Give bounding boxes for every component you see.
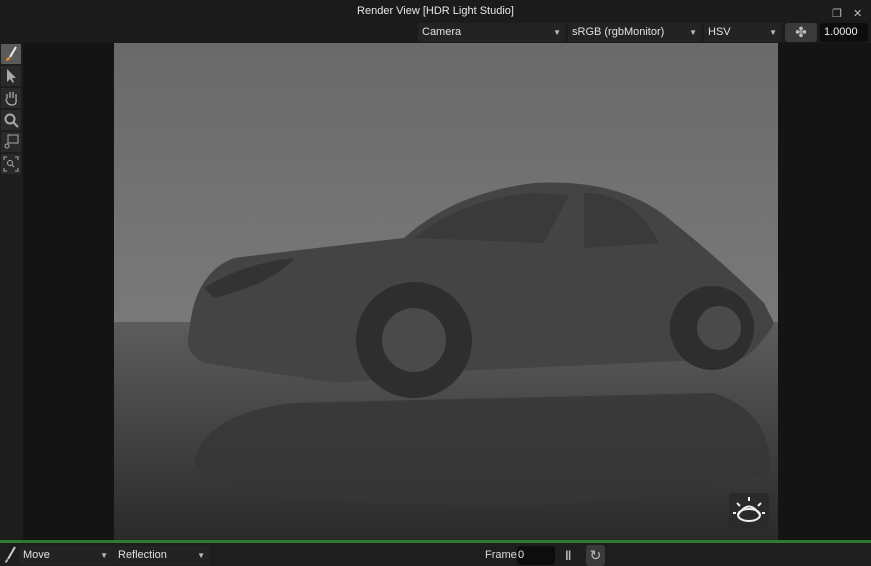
colorspace-value: sRGB (rgbMonitor)	[572, 26, 665, 38]
zoom-tool[interactable]	[1, 110, 21, 130]
aperture-icon: ✤	[795, 24, 807, 40]
chevron-down-icon: ▼	[689, 28, 697, 37]
aperture-button[interactable]: ✤	[785, 23, 817, 42]
zoom-region-icon	[4, 134, 19, 149]
refresh-icon: ↻	[589, 547, 602, 563]
target-value: Reflection	[118, 549, 167, 561]
window-title: Render View [HDR Light Studio]	[357, 5, 514, 17]
frame-label: Frame	[485, 549, 517, 561]
camera-value: Camera	[422, 26, 462, 38]
mode-value: Move	[23, 549, 50, 561]
paint-brush-tool[interactable]	[1, 44, 21, 64]
car-render-image	[114, 182, 778, 540]
viewport-margin-right	[778, 43, 871, 540]
zoom-fit-icon	[3, 156, 19, 172]
sun-dome-icon	[733, 497, 765, 522]
frame-input[interactable]: 0	[517, 546, 555, 565]
exposure-input[interactable]: 1.0000	[820, 23, 868, 42]
colormode-value: HSV	[708, 26, 731, 38]
zoom-icon	[4, 113, 19, 128]
pointer-tool[interactable]	[1, 66, 21, 86]
colorspace-dropdown[interactable]: sRGB (rgbMonitor) ▼	[568, 23, 702, 42]
paint-brush-icon	[5, 546, 16, 563]
viewport-margin-left	[23, 43, 114, 540]
render-viewport[interactable]	[114, 43, 778, 540]
pointer-icon	[7, 69, 16, 83]
refresh-button[interactable]: ↻	[586, 545, 605, 566]
chevron-down-icon: ▼	[100, 551, 108, 560]
hand-tool[interactable]	[1, 88, 21, 108]
light-preview-button[interactable]	[729, 493, 769, 531]
mode-dropdown[interactable]: Move ▼	[19, 546, 113, 565]
chevron-down-icon: ▼	[769, 28, 777, 37]
pause-button[interactable]: ‖	[565, 548, 571, 563]
pause-icon: ‖	[565, 548, 572, 563]
zoom-fit-tool[interactable]	[1, 154, 21, 174]
hand-icon	[5, 92, 17, 106]
target-dropdown[interactable]: Reflection ▼	[114, 546, 210, 565]
camera-dropdown[interactable]: Camera ▼	[418, 23, 566, 42]
paint-brush-icon	[6, 46, 17, 61]
tool-palette	[0, 43, 23, 540]
chevron-down-icon: ▼	[197, 551, 205, 560]
zoom-region-tool[interactable]	[1, 132, 21, 152]
colormode-dropdown[interactable]: HSV ▼	[704, 23, 782, 42]
title-bar: Render View [HDR Light Studio] ❐ ✕	[0, 0, 871, 22]
chevron-down-icon: ▼	[553, 28, 561, 37]
